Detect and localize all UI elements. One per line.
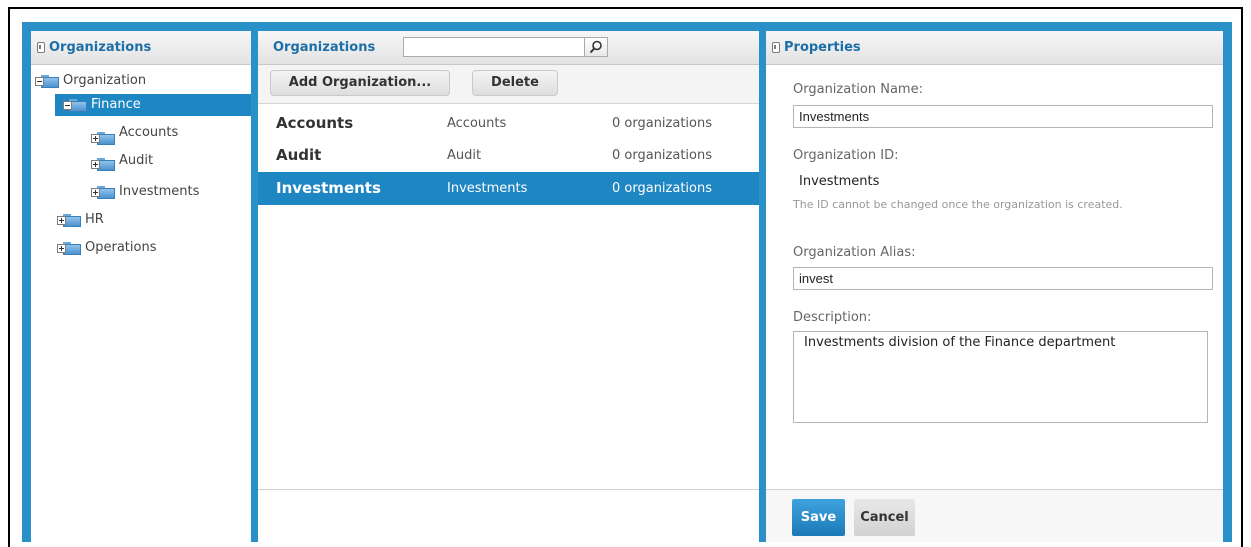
folder-icon bbox=[57, 214, 81, 227]
collapse-icon[interactable] bbox=[35, 77, 44, 86]
folder-icon bbox=[35, 75, 59, 88]
row-alias: Accounts bbox=[447, 116, 507, 131]
tree-item-audit[interactable]: Audit bbox=[89, 153, 249, 175]
properties-footer: Save Cancel bbox=[766, 489, 1223, 542]
properties-header: Properties bbox=[766, 31, 1223, 65]
panel-toggle-icon[interactable] bbox=[37, 42, 45, 53]
row-count: 0 organizations bbox=[612, 148, 713, 163]
row-count: 0 organizations bbox=[612, 116, 713, 131]
properties-panel: Properties Organization Name: Organizati… bbox=[766, 31, 1223, 542]
description-field[interactable]: Investments division of the Finance depa… bbox=[793, 331, 1208, 423]
tree-item-label: Accounts bbox=[119, 125, 179, 140]
list-row-audit[interactable]: Audit Audit 0 organizations bbox=[258, 139, 759, 171]
description-label: Description: bbox=[793, 310, 872, 325]
expand-icon[interactable] bbox=[91, 188, 100, 197]
expand-icon[interactable] bbox=[91, 134, 100, 143]
cancel-button[interactable]: Cancel bbox=[854, 499, 915, 536]
tree-item-label: Operations bbox=[85, 240, 157, 255]
folder-icon bbox=[63, 99, 87, 112]
row-alias: Audit bbox=[447, 148, 482, 163]
row-alias: Investments bbox=[447, 181, 528, 196]
organization-name-label: Organization Name: bbox=[793, 82, 923, 97]
row-name: Investments bbox=[276, 179, 381, 197]
tree-item-label: Finance bbox=[91, 97, 141, 112]
tree-item-investments[interactable]: Investments bbox=[89, 181, 249, 203]
list-row-accounts[interactable]: Accounts Accounts 0 organizations bbox=[258, 107, 759, 139]
row-count: 0 organizations bbox=[612, 181, 713, 196]
collapse-icon[interactable] bbox=[63, 101, 72, 110]
list-panel-title: Organizations bbox=[273, 40, 376, 55]
folder-icon bbox=[91, 132, 115, 145]
panel-toggle-icon[interactable] bbox=[772, 42, 780, 53]
tree-item-finance[interactable]: Finance bbox=[55, 94, 251, 116]
row-name: Accounts bbox=[276, 114, 354, 132]
list-footer bbox=[258, 489, 759, 542]
organization-alias-field[interactable] bbox=[793, 267, 1213, 290]
search-input[interactable] bbox=[403, 37, 585, 57]
organization-alias-label: Organization Alias: bbox=[793, 245, 916, 260]
app-container: Organizations Organization Finance Accou… bbox=[22, 22, 1232, 542]
organizations-list-panel: Organizations Add Organization... Delete… bbox=[258, 31, 759, 542]
search-button[interactable] bbox=[584, 37, 608, 57]
tree-item-label: Investments bbox=[119, 184, 200, 199]
delete-button[interactable]: Delete bbox=[472, 70, 558, 96]
tree-panel-title: Organizations bbox=[49, 40, 152, 55]
organization-id-value: Investments bbox=[799, 174, 880, 189]
list-toolbar: Add Organization... Delete bbox=[258, 65, 759, 104]
folder-icon bbox=[91, 158, 115, 171]
tree-item-label: HR bbox=[85, 212, 104, 227]
expand-icon[interactable] bbox=[57, 244, 66, 253]
tree-item-organization[interactable]: Organization bbox=[31, 70, 251, 92]
search-icon bbox=[589, 40, 602, 54]
save-button[interactable]: Save bbox=[792, 499, 845, 536]
tree-item-hr[interactable]: HR bbox=[55, 209, 245, 231]
folder-icon bbox=[91, 186, 115, 199]
list-panel-header: Organizations bbox=[258, 31, 759, 65]
tree-item-label: Audit bbox=[119, 153, 154, 168]
add-organization-button[interactable]: Add Organization... bbox=[270, 70, 450, 96]
organization-id-label: Organization ID: bbox=[793, 148, 899, 163]
row-name: Audit bbox=[276, 146, 322, 164]
organizations-tree-panel: Organizations Organization Finance Accou… bbox=[31, 31, 251, 542]
organization-id-hint: The ID cannot be changed once the organi… bbox=[793, 198, 1123, 211]
organization-name-field[interactable] bbox=[793, 105, 1213, 128]
tree-panel-header: Organizations bbox=[31, 31, 251, 65]
expand-icon[interactable] bbox=[91, 160, 100, 169]
expand-icon[interactable] bbox=[57, 216, 66, 225]
list-row-investments[interactable]: Investments Investments 0 organizations bbox=[258, 172, 759, 205]
properties-title: Properties bbox=[784, 40, 861, 55]
folder-icon bbox=[57, 242, 81, 255]
tree-item-accounts[interactable]: Accounts bbox=[89, 125, 249, 149]
tree-item-label: Organization bbox=[63, 73, 147, 88]
tree-item-operations[interactable]: Operations bbox=[55, 237, 245, 259]
